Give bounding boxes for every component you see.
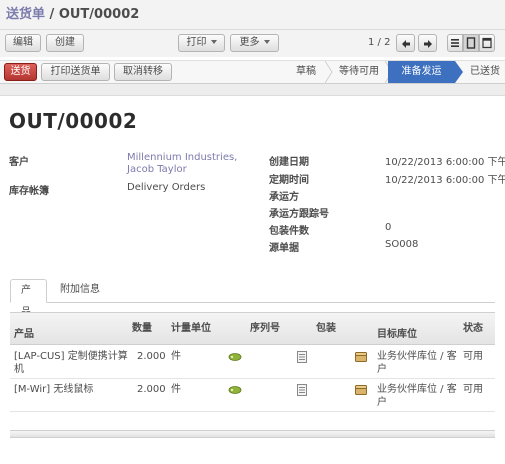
- stage-delivered: 已送货: [470, 66, 500, 77]
- serial-number-icon[interactable]: [228, 385, 242, 395]
- tracking-ref-label: 承运方跟踪号: [269, 209, 329, 220]
- breadcrumb-parent-link[interactable]: 送货单: [6, 7, 45, 22]
- table-row[interactable]: [LAP-CUS] 定制便携计算机 2.000 件 业务伙伴库位 / 客户 可用: [10, 347, 495, 379]
- row-state: 可用: [463, 384, 483, 395]
- more-dropdown[interactable]: 更多: [230, 34, 279, 52]
- chevron-down-icon: [210, 40, 217, 44]
- table-footer: [10, 430, 495, 438]
- status-bar: 送货 打印送货单 取消转移 草稿 等待可用 准备发运 已送货: [0, 60, 505, 84]
- form-view-icon: [466, 37, 476, 49]
- arrow-right-icon: [424, 40, 432, 48]
- calendar-view-icon: [482, 37, 492, 49]
- column-header-serial[interactable]: 序列号: [250, 319, 280, 334]
- column-header-package[interactable]: 包装: [316, 319, 336, 334]
- next-record-button[interactable]: [418, 34, 437, 52]
- created-date-value: 10/22/2013 6:00:00 下午: [385, 157, 505, 168]
- breadcrumb-current: OUT/00002: [58, 7, 140, 22]
- tab-additional-info[interactable]: 附加信息: [50, 279, 110, 303]
- row-product: [M-Wir] 无线鼠标: [14, 384, 94, 395]
- carrier-label: 承运方: [269, 192, 299, 203]
- row-product: [LAP-CUS] 定制便携计算机: [14, 351, 128, 375]
- row-quantity: 2.000: [137, 351, 166, 362]
- table-row[interactable]: [M-Wir] 无线鼠标 2.000 件 业务伙伴库位 / 客户 可用: [10, 380, 495, 412]
- cancel-transfer-button[interactable]: 取消转移: [114, 63, 172, 81]
- column-header-quantity[interactable]: 数量: [132, 319, 152, 334]
- stage-waiting: 等待可用: [339, 66, 379, 77]
- column-header-product[interactable]: 产品: [14, 325, 34, 340]
- header-bar: 送货单 / OUT/00002: [0, 0, 505, 30]
- calendar-view-button[interactable]: [479, 34, 495, 52]
- tab-products[interactable]: 产品: [10, 279, 47, 318]
- toolbar: 编辑 创建 打印 更多 1 / 2: [0, 30, 505, 57]
- row-quantity: 2.000: [137, 384, 166, 395]
- row-destination: 业务伙伴库位 / 客户: [377, 351, 457, 375]
- source-document-value: SO008: [385, 239, 419, 250]
- stage-draft: 草稿: [296, 66, 316, 77]
- package-box-icon[interactable]: [355, 352, 367, 362]
- package-count-value: 0: [385, 222, 392, 233]
- form-view-button[interactable]: [463, 34, 479, 52]
- print-label: 打印: [186, 37, 207, 48]
- customer-label: 客户: [9, 157, 29, 168]
- create-button[interactable]: 创建: [46, 34, 84, 52]
- list-view-icon: [451, 39, 459, 47]
- pager-counter[interactable]: 1 / 2: [368, 37, 390, 48]
- created-date-label: 创建日期: [269, 157, 309, 168]
- column-header-uom[interactable]: 计量单位: [171, 319, 211, 334]
- record-title: OUT/00002: [9, 109, 138, 133]
- row-destination: 业务伙伴库位 / 客户: [377, 384, 457, 408]
- stage-ready-current: 准备发运: [388, 61, 455, 83]
- detail-list-icon[interactable]: [297, 384, 307, 396]
- list-view-button[interactable]: [447, 34, 463, 52]
- print-dropdown[interactable]: 打印: [178, 34, 225, 52]
- serial-number-icon[interactable]: [228, 352, 242, 362]
- edit-button[interactable]: 编辑: [5, 34, 41, 52]
- breadcrumb: 送货单 / OUT/00002: [6, 3, 139, 22]
- warehouse-value: Delivery Orders: [127, 182, 206, 193]
- customer-link[interactable]: Millennium Industries, Jacob Taylor: [127, 152, 267, 176]
- stage-separator-icon: [325, 61, 333, 83]
- deliver-button[interactable]: 送货: [4, 63, 37, 81]
- row-uom: 件: [171, 351, 181, 362]
- column-header-state[interactable]: 状态: [463, 319, 483, 334]
- package-count-label: 包装件数: [269, 226, 309, 237]
- detail-list-icon[interactable]: [297, 351, 307, 363]
- scheduled-time-value: 10/22/2013 6:00:00 下午: [385, 175, 505, 186]
- row-uom: 件: [171, 384, 181, 395]
- more-label: 更多: [239, 37, 260, 48]
- package-box-icon[interactable]: [355, 385, 367, 395]
- scheduled-time-label: 定期时间: [269, 175, 309, 186]
- notebook-tabs: 产品 附加信息: [10, 279, 495, 318]
- stage-current-arrow-icon: [455, 61, 463, 83]
- column-header-destination[interactable]: 目标库位: [377, 325, 417, 340]
- arrow-left-icon: [402, 40, 410, 48]
- print-delivery-button[interactable]: 打印送货单: [41, 63, 110, 81]
- breadcrumb-separator: /: [49, 7, 55, 22]
- row-state: 可用: [463, 351, 483, 362]
- chevron-down-icon: [263, 40, 270, 44]
- source-document-label: 源单据: [269, 243, 299, 254]
- warehouse-label: 库存帐簿: [9, 186, 49, 197]
- sheet-separator: [0, 84, 505, 96]
- table-header: 产品 数量 计量单位 序列号 包装 目标库位 状态: [10, 312, 495, 345]
- previous-record-button[interactable]: [396, 34, 415, 52]
